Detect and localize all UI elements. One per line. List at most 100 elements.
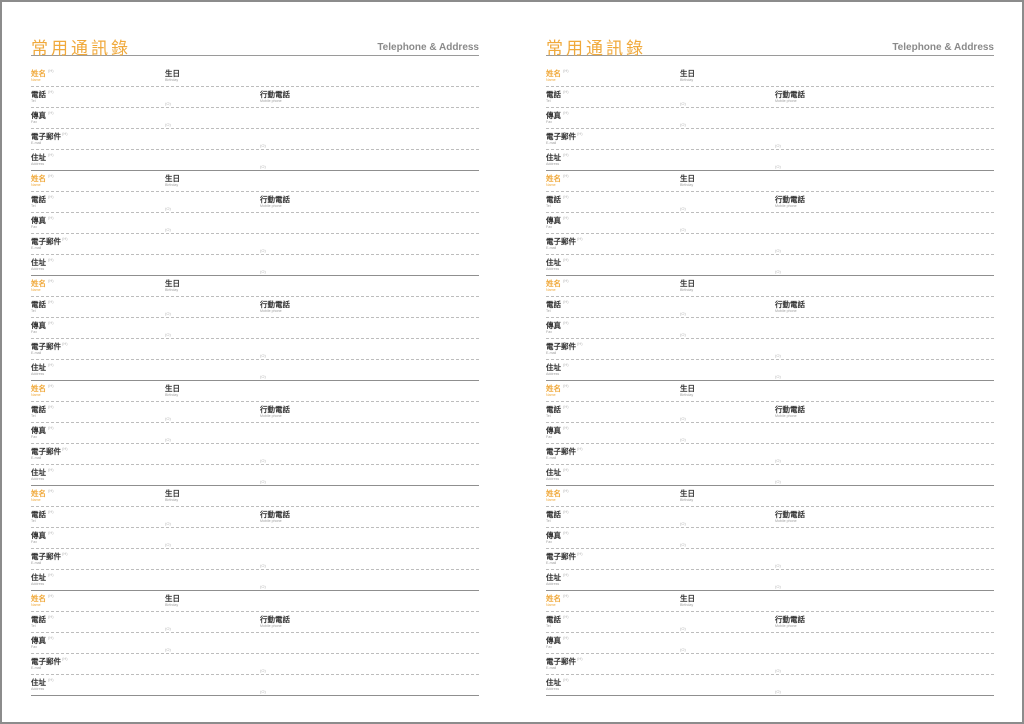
contact-entry: 姓名 (H) Name 生日 Birthday 電話 (H) Tel (O) 行動電話 Mobile… xyxy=(546,276,994,381)
email-office: (O) xyxy=(260,447,266,466)
mobile-field-label: 行動電話 xyxy=(775,405,805,414)
tel-field-label: 電話 xyxy=(31,300,46,309)
email-office: (O) xyxy=(775,342,781,361)
tel-office: (O) xyxy=(165,195,171,214)
fax-office-paren: (O) xyxy=(165,437,171,442)
fax-row: 傳真 (H) Fax (O) xyxy=(31,633,479,654)
tel-field: 電話 (H) Tel xyxy=(546,509,569,524)
address-office: (O) xyxy=(260,153,266,172)
name-field: 姓名 (H) Name xyxy=(31,593,54,608)
email-office-paren: (O) xyxy=(260,353,266,358)
contact-entry: 姓名 (H) Name 生日 Birthday 電話 (H) Tel (O) 行動電話 Mobile… xyxy=(31,276,479,381)
email-row: 電子郵件 (H) E-mail (O) xyxy=(31,549,479,570)
email-field-paren: (H) xyxy=(577,551,583,556)
tel-office: (O) xyxy=(680,615,686,634)
mobile-field: 行動電話 Mobile phone xyxy=(775,405,805,419)
name-field-label: 姓名 xyxy=(546,174,561,183)
name-field-label-en: Name xyxy=(546,498,556,502)
address-field-paren: (H) xyxy=(48,572,54,577)
mobile-field-label: 行動電話 xyxy=(775,615,805,624)
fax-office-paren: (O) xyxy=(165,122,171,127)
email-field: 電子郵件 (H) E-mail xyxy=(546,131,583,146)
tel-field-paren: (H) xyxy=(563,194,569,199)
birthday-field: 生日 Birthday xyxy=(680,489,695,503)
fax-office: (O) xyxy=(680,216,686,235)
birthday-field-label: 生日 xyxy=(680,489,695,498)
tel-row: 電話 (H) Tel (O) 行動電話 Mobile phone xyxy=(31,612,479,633)
name-row: 姓名 (H) Name 生日 Birthday xyxy=(31,381,479,402)
tel-field: 電話 (H) Tel xyxy=(546,89,569,104)
mobile-field-label: 行動電話 xyxy=(775,510,805,519)
fax-office-paren: (O) xyxy=(680,332,686,337)
fax-field: 傳真 (H) Fax xyxy=(31,215,54,230)
address-row: 住址 (H) Address (O) xyxy=(31,465,479,486)
email-field-label: 電子郵件 xyxy=(546,132,576,141)
fax-field: 傳真 (H) Fax xyxy=(546,425,569,440)
birthday-field-label: 生日 xyxy=(680,69,695,78)
email-office-paren: (O) xyxy=(260,248,266,253)
address-field-label-en: Address xyxy=(31,687,45,691)
mobile-field: 行動電話 Mobile phone xyxy=(260,405,290,419)
email-office: (O) xyxy=(260,237,266,256)
fax-field-paren: (H) xyxy=(48,425,54,430)
tel-field-paren: (H) xyxy=(48,509,54,514)
mobile-field-label-en: Mobile phone xyxy=(260,309,282,313)
address-office-paren: (O) xyxy=(260,269,266,274)
birthday-field: 生日 Birthday xyxy=(680,594,695,608)
email-office: (O) xyxy=(775,657,781,676)
fax-field-label: 傳真 xyxy=(31,531,46,540)
email-field-paren: (H) xyxy=(62,446,68,451)
fax-office-paren: (O) xyxy=(165,332,171,337)
email-field: 電子郵件 (H) E-mail xyxy=(31,341,68,356)
name-field-label: 姓名 xyxy=(546,594,561,603)
address-field-label-en: Address xyxy=(31,582,45,586)
email-field: 電子郵件 (H) E-mail xyxy=(31,656,68,671)
email-row: 電子郵件 (H) E-mail (O) xyxy=(546,654,994,675)
page-title: 常用通訊錄 xyxy=(31,39,131,59)
address-office: (O) xyxy=(775,363,781,382)
fax-field-paren: (H) xyxy=(563,635,569,640)
fax-field-label-en: Fax xyxy=(31,540,37,544)
name-field: 姓名 (H) Name xyxy=(546,68,569,83)
email-row: 電子郵件 (H) E-mail (O) xyxy=(31,654,479,675)
tel-row: 電話 (H) Tel (O) 行動電話 Mobile phone xyxy=(546,192,994,213)
email-field-label: 電子郵件 xyxy=(31,237,61,246)
contact-entries: 姓名 (H) Name 生日 Birthday 電話 (H) Tel (O) 行動電話 Mobile… xyxy=(31,66,479,696)
address-office: (O) xyxy=(260,258,266,277)
address-field: 住址 (H) Address xyxy=(31,572,54,587)
fax-field-label-en: Fax xyxy=(546,645,552,649)
name-field: 姓名 (H) Name xyxy=(546,593,569,608)
fax-field-paren: (H) xyxy=(48,320,54,325)
tel-office-paren: (O) xyxy=(165,416,171,421)
tel-field-label: 電話 xyxy=(546,510,561,519)
email-field-label-en: E-mail xyxy=(31,246,42,250)
tel-row: 電話 (H) Tel (O) 行動電話 Mobile phone xyxy=(31,297,479,318)
tel-row: 電話 (H) Tel (O) 行動電話 Mobile phone xyxy=(31,402,479,423)
fax-office-paren: (O) xyxy=(680,437,686,442)
tel-field-label-en: Tel xyxy=(546,204,551,208)
tel-office-paren: (O) xyxy=(165,311,171,316)
fax-field-label: 傳真 xyxy=(546,531,561,540)
name-field-paren: (H) xyxy=(563,593,569,598)
address-field-paren: (H) xyxy=(563,677,569,682)
fax-field-label-en: Fax xyxy=(31,330,37,334)
mobile-field: 行動電話 Mobile phone xyxy=(775,510,805,524)
tel-office: (O) xyxy=(165,90,171,109)
tel-field-label: 電話 xyxy=(31,510,46,519)
address-office-paren: (O) xyxy=(260,164,266,169)
fax-row: 傳真 (H) Fax (O) xyxy=(546,423,994,444)
email-office-paren: (O) xyxy=(775,668,781,673)
address-row: 住址 (H) Address (O) xyxy=(31,570,479,591)
fax-office: (O) xyxy=(165,636,171,655)
address-row: 住址 (H) Address (O) xyxy=(31,150,479,171)
email-office-paren: (O) xyxy=(775,458,781,463)
name-field-label: 姓名 xyxy=(31,279,46,288)
tel-field-paren: (H) xyxy=(563,89,569,94)
fax-row: 傳真 (H) Fax (O) xyxy=(31,108,479,129)
fax-row: 傳真 (H) Fax (O) xyxy=(31,528,479,549)
fax-row: 傳真 (H) Fax (O) xyxy=(546,528,994,549)
email-office: (O) xyxy=(775,132,781,151)
email-row: 電子郵件 (H) E-mail (O) xyxy=(31,339,479,360)
name-field: 姓名 (H) Name xyxy=(546,278,569,293)
mobile-field-label: 行動電話 xyxy=(260,195,290,204)
